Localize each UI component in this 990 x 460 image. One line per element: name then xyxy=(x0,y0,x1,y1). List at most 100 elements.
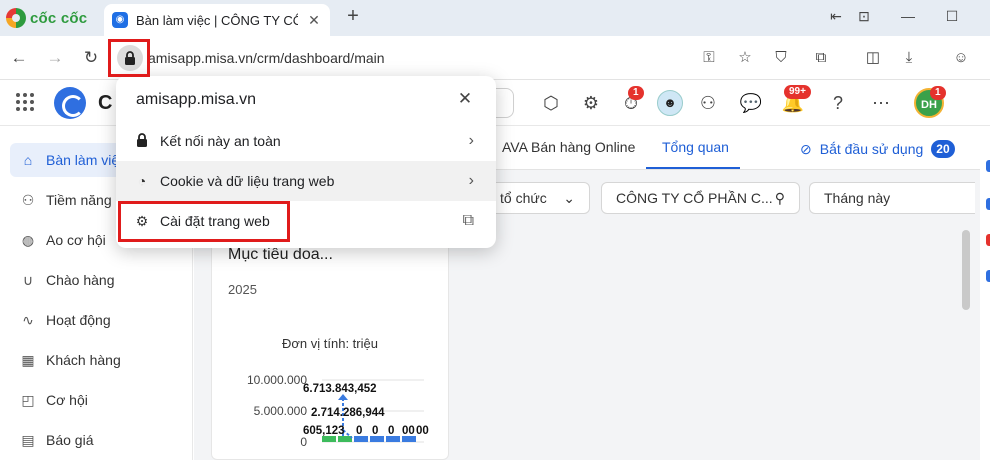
sidebar-item-label: Bàn làm việc xyxy=(46,152,127,168)
sidebar-item-label: Tiềm năng xyxy=(46,192,112,208)
tab-tong-quan[interactable]: Tổng quan xyxy=(662,139,729,155)
edge-marker-icon xyxy=(986,198,990,210)
download-icon[interactable]: ⤓ xyxy=(898,47,920,69)
edge-marker-icon xyxy=(986,234,990,246)
chevron-right-icon: › xyxy=(468,172,474,189)
avatar-badge: 1 xyxy=(930,86,946,100)
sidebar-item-label: Báo giá xyxy=(46,432,94,448)
new-tab-icon[interactable]: + xyxy=(342,6,364,28)
compass-icon: ⊘ xyxy=(800,140,812,157)
extensions-icon[interactable]: ⧉ xyxy=(810,47,832,69)
data-label: 0 xyxy=(372,425,378,437)
bell-badge: 99+ xyxy=(784,85,811,99)
y-tick-label: 0 xyxy=(300,435,307,449)
sidebar-item-label: Chào hàng xyxy=(46,272,115,288)
add-user-icon[interactable]: ⚇ xyxy=(695,90,721,116)
chat-icon[interactable]: 💬 xyxy=(738,90,764,116)
home-icon: ⌂ xyxy=(23,152,33,168)
reload-icon[interactable]: ↻ xyxy=(80,47,102,69)
sidebar-icon[interactable]: ◫ xyxy=(862,47,884,69)
coccoc-logo-icon xyxy=(6,8,26,28)
y-tick-label: 5.000.000 xyxy=(254,404,308,418)
browser-brand[interactable]: cốc cốc xyxy=(6,8,87,28)
sidebar-item-bao-gia[interactable]: ▤ Báo giá xyxy=(10,423,190,457)
amis-logo-icon xyxy=(54,87,86,119)
screenshot-icon[interactable]: ⊡ xyxy=(854,8,874,25)
forward-icon[interactable]: → xyxy=(44,47,66,69)
popup-item-connection-secure[interactable]: Kết nối này an toàn › xyxy=(116,121,496,161)
opportunity-icon: ◰ xyxy=(21,391,35,408)
sidebar-item-label: Ao cơ hội xyxy=(46,232,106,248)
company-filter-dropdown[interactable]: CÔNG TY CỔ PHẦN C... ⚲ xyxy=(601,182,800,214)
profile-icon[interactable]: ☺ xyxy=(950,47,972,69)
highlight-box-site-info xyxy=(108,39,150,77)
back-icon[interactable]: ← xyxy=(8,47,30,69)
quote-icon: ▤ xyxy=(21,431,35,448)
lock-icon xyxy=(134,132,150,150)
period-filter-dropdown[interactable]: Tháng này xyxy=(809,182,975,214)
highlight-box-site-settings xyxy=(118,201,290,242)
address-bar-url[interactable]: amisapp.misa.vn/crm/dashboard/main xyxy=(148,50,385,66)
help-icon[interactable]: ? xyxy=(825,90,851,116)
sidebar-item-co-hoi[interactable]: ◰ Cơ hội xyxy=(10,383,190,417)
app-name: C xyxy=(98,92,113,114)
popup-item-cookies[interactable]: ◔ Cookie và dữ liệu trang web › xyxy=(116,161,496,201)
bookmark-star-icon[interactable]: ☆ xyxy=(734,47,756,69)
browser-tab-active[interactable]: ◉ Bàn làm việc | CÔNG TY CỔ ✕ xyxy=(104,4,330,36)
main-scrollbar[interactable] xyxy=(962,230,970,310)
goal-card-title: Mục tiêu doa... xyxy=(228,246,333,263)
period-filter-value: Tháng này xyxy=(824,190,891,206)
building-icon: ▦ xyxy=(21,351,35,368)
key-icon[interactable]: ⚿ xyxy=(698,47,720,69)
shield-icon[interactable]: ⛉ xyxy=(770,47,792,69)
edge-marker-icon xyxy=(986,270,990,282)
popup-item-label: Kết nối này an toàn xyxy=(160,133,281,149)
back-history-icon[interactable]: ⇤ xyxy=(826,8,846,25)
popup-close-icon[interactable]: ✕ xyxy=(454,88,476,110)
sidebar-item-label: Khách hàng xyxy=(46,352,121,368)
chevron-down-icon: ⌄ xyxy=(563,189,575,206)
data-label: 0 xyxy=(356,425,362,437)
org-tree-icon: ⚲ xyxy=(774,189,785,206)
more-icon[interactable]: ⋯ xyxy=(868,90,894,116)
cookie-icon: ◔ xyxy=(137,173,147,189)
active-tab-indicator xyxy=(646,167,740,169)
data-label: 00 xyxy=(416,425,429,437)
sidebar-item-label: Hoạt động xyxy=(46,312,111,328)
data-label: 2.714.286,944 xyxy=(311,407,385,419)
magnet-icon: ∪ xyxy=(22,271,34,288)
app-grid-icon[interactable] xyxy=(16,93,34,111)
activity-icon: ∿ xyxy=(22,311,34,328)
tab-close-icon[interactable]: ✕ xyxy=(306,12,322,29)
sidebar-item-khach-hang[interactable]: ▦ Khách hàng xyxy=(10,343,190,377)
goal-card-year: 2025 xyxy=(228,282,257,297)
chevron-right-icon: › xyxy=(468,132,474,149)
maximize-icon[interactable]: ☐ xyxy=(942,8,962,25)
ai-assistant-avatar[interactable]: ☻ xyxy=(657,90,683,116)
popup-item-label: Cookie và dữ liệu trang web xyxy=(160,173,335,189)
org-filter-value: tổ chức xyxy=(500,190,547,206)
data-label: 605,123 xyxy=(303,425,345,437)
browser-brand-text: cốc cốc xyxy=(30,9,88,27)
sidebar-item-chao-hang[interactable]: ∪ Chào hàng xyxy=(10,263,190,297)
cube-search-icon[interactable]: ⬡ xyxy=(538,90,564,116)
settings-gear-icon[interactable]: ⚙ xyxy=(578,90,604,116)
start-using-count: 20 xyxy=(931,140,955,158)
minimize-icon[interactable]: — xyxy=(898,8,918,24)
goal-chart: 10.000.000 5.000.000 0 6.713.843,452 2.714.2… xyxy=(247,373,429,449)
right-edge-strip xyxy=(980,126,990,460)
timer-badge: 1 xyxy=(628,86,644,100)
tab-ava-ban-hang[interactable]: AVA Bán hàng Online xyxy=(502,139,635,155)
sidebar-item-hoat-dong[interactable]: ∿ Hoạt động xyxy=(10,303,190,337)
start-using-label: Bắt đầu sử dụng xyxy=(819,141,924,157)
company-filter-value: CÔNG TY CỔ PHẦN C... xyxy=(616,190,773,206)
org-filter-dropdown[interactable]: tổ chức ⌄ xyxy=(482,182,590,214)
data-label: 0 xyxy=(388,425,394,437)
data-label: 6.713.843,452 xyxy=(303,383,377,395)
start-using-link[interactable]: ⊘ Bắt đầu sử dụng 20 xyxy=(800,140,955,158)
edge-marker-icon xyxy=(986,160,990,172)
data-label: 00 xyxy=(402,425,415,437)
pool-icon: ◍ xyxy=(21,231,35,248)
leads-icon: ⚇ xyxy=(21,191,35,208)
tab-title: Bàn làm việc | CÔNG TY CỔ xyxy=(136,12,298,28)
